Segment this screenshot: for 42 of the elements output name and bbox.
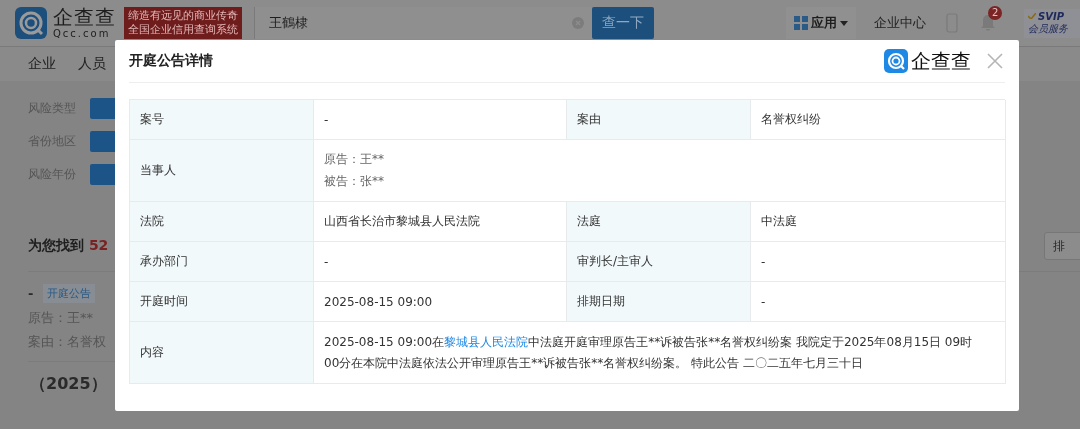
logo-icon [15,7,47,39]
logo-icon [884,49,908,73]
slogan-banner: 缔造有远见的商业传奇 全国企业信用查询系统 [124,7,242,39]
grid-icon [794,16,808,30]
field-value: 名誉权纠纷 [751,100,1006,140]
field-label: 当事人 [130,140,314,202]
logo-domain: Qcc.com [53,29,112,39]
dialog-title: 开庭公告详情 [129,52,214,70]
notification-badge: 2 [988,6,1003,20]
brand-name: 企查查 [911,47,971,75]
sort-button[interactable]: 排 [1044,232,1080,260]
close-icon[interactable] [987,53,1003,69]
nav-tab[interactable]: 人员 [78,55,106,73]
field-label: 案号 [130,100,314,140]
court-link[interactable]: 黎城县人民法院 [444,334,529,349]
field-label: 法院 [130,202,314,242]
check-icon [1028,13,1036,19]
result-tag: 开庭公告 [43,284,96,303]
logo-text: 企查查 [53,7,116,27]
party-name: 被告：张** [324,173,385,190]
field-label: 内容 [130,322,314,384]
field-value: - [751,242,1006,282]
vip-button[interactable]: SVIP 会员服务 [1024,8,1080,38]
notice-text: 2025-08-15 09:00在黎城县人民法院中法庭开庭审理原告王**诉被告张**名誉权纠纷案 我院定于2025年08月15日 09时00分在本院中法庭依法公开审理原告王**诉被告张**名誉权纠纷案。 特此公告 二〇二五年七月三十日 [324,333,974,372]
caret-icon [840,20,848,26]
field-label: 审判长/主审人 [567,242,751,282]
field-label: 案由 [567,100,751,140]
field-label: 开庭时间 [130,282,314,322]
results-count-text: 为您找到 52 [28,237,109,255]
enterprise-center-link[interactable]: 企业中心 [874,14,926,32]
search-field[interactable]: 王鶴棣 [267,14,572,32]
bullet-marker: - [28,286,34,301]
field-label: 排期日期 [567,282,751,322]
field-value: 中法庭 [751,202,1006,242]
nav-tab[interactable]: 企业 [28,55,56,73]
field-value: - [751,282,1006,322]
search-button[interactable]: 查一下 [592,7,654,39]
party-name: 原告：王** [324,151,385,168]
apps-menu[interactable]: 应用 [786,7,856,39]
field-label: 法庭 [567,202,751,242]
field-label: 承办部门 [130,242,314,282]
bell-icon[interactable] [980,14,996,32]
